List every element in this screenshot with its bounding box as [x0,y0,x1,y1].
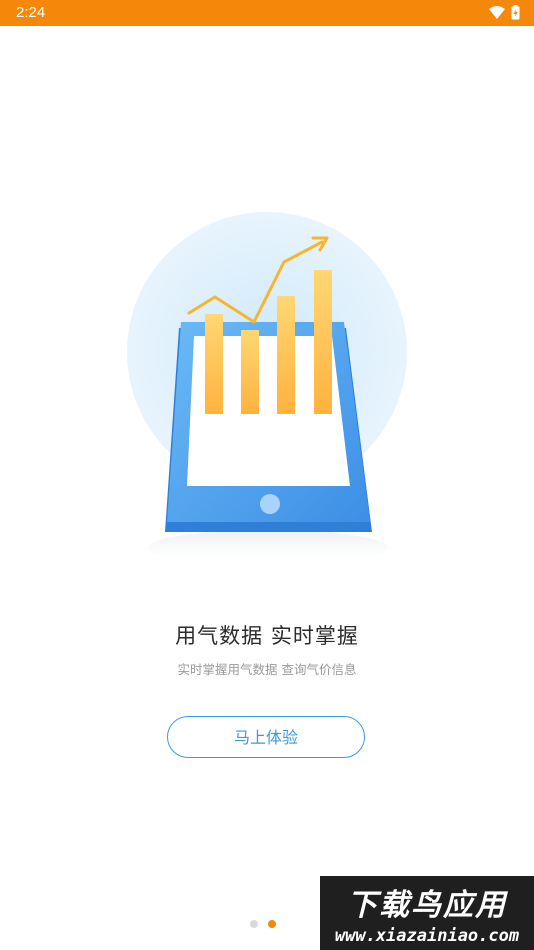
page-indicator [250,920,276,928]
tablet-home-button [260,494,280,514]
page-dot-2-active[interactable] [268,920,276,928]
chart-bar-2 [241,330,259,414]
chart-bar-1 [205,314,223,414]
watermark-logo: 下载鸟应用 www.xiazainiao.com [320,876,534,950]
chart-bar-3 [277,296,295,414]
onboarding-illustration [127,212,407,566]
onboarding-subline: 实时掌握用气数据 查询气价信息 [177,662,357,677]
try-now-button[interactable]: 马上体验 [167,716,365,758]
chart-bar-4 [314,270,332,414]
watermark-line2: www.xiazainiao.com [334,926,520,946]
watermark-line1: 下载鸟应用 [347,888,507,923]
tablet-shadow [148,530,388,566]
onboarding-headline: 用气数据 实时掌握 [175,624,359,648]
page-dot-1[interactable] [250,920,258,928]
